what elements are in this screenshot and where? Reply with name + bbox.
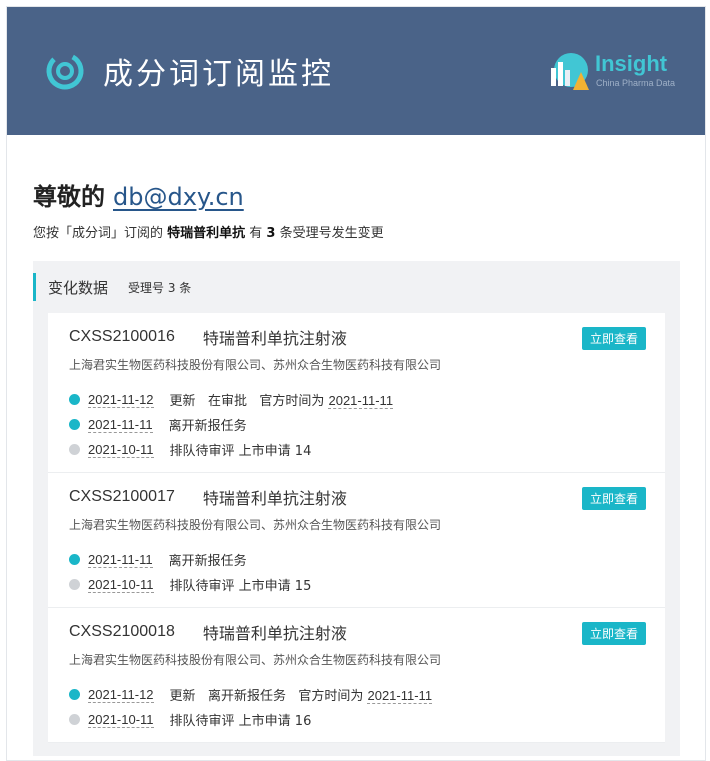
status-dot-icon [69, 579, 80, 590]
event-list: 2021-11-12 更新 在审批 官方时间为 2021-11-11 2021-11… [69, 387, 645, 462]
event-description: 更新 在审批 官方时间为 [169, 394, 329, 409]
event-text: 排队待审评 上市申请 14 [170, 440, 312, 459]
greeting-prefix: 尊敬的 [33, 183, 105, 211]
event-text: 离开新报任务 [169, 550, 247, 569]
event-list: 2021-11-12 更新 离开新报任务 官方时间为 2021-11-11 2021… [69, 682, 645, 732]
acceptance-card: CXSS2100018 特瑞普利单抗注射液 立即查看上海君实生物医药科技股份有限公司… [48, 608, 665, 743]
acceptance-number: CXSS2100016 [69, 328, 175, 345]
official-date: 2021-11-11 [367, 688, 433, 704]
header-banner: 成分词订阅监控 Insight China Pharma Data [7, 7, 705, 135]
event-date: 2021-10-11 [88, 711, 154, 728]
status-dot-icon [69, 554, 80, 565]
card-header: CXSS2100017 特瑞普利单抗注射液 [69, 485, 645, 509]
status-dot-icon [69, 689, 80, 700]
company-names: 上海君实生物医药科技股份有限公司、苏州众合生物医药科技有限公司 [69, 653, 442, 667]
event-date: 2021-10-11 [88, 576, 154, 593]
changes-panel: 变化数据 受理号 3 条 CXSS2100016 特瑞普利单抗注射液 立即查看 上海君… [33, 261, 680, 756]
company-names: 上海君实生物医药科技股份有限公司、苏州众合生物医药科技有限公司 [69, 358, 442, 372]
email-link[interactable]: db@dxy.cn [113, 183, 244, 211]
event-text: 更新 在审批 官方时间为 2021-11-11 [170, 390, 394, 409]
panel-header: 变化数据 受理号 3 条 [33, 273, 191, 301]
event-date: 2021-11-12 [88, 391, 154, 408]
card-header: CXSS2100016 特瑞普利单抗注射液 [69, 325, 645, 349]
target-logo-icon [46, 52, 84, 90]
event-date: 2021-11-11 [88, 551, 153, 568]
event-list: 2021-11-11 离开新报任务 2021-10-11 排队待审评 上市申请 15 [69, 547, 645, 597]
brand-name: Insight [595, 51, 668, 76]
event-description: 离开新报任务 [168, 419, 247, 434]
event-text: 离开新报任务 [169, 415, 247, 434]
email-page: 成分词订阅监控 Insight China Pharma Data 尊敬的 db@… [6, 6, 706, 761]
status-dot-icon [69, 444, 80, 455]
acceptance-card: CXSS2100017 特瑞普利单抗注射液 立即查看上海君实生物医药科技股份有限公司… [48, 473, 665, 608]
event-row: 2021-11-12 更新 在审批 官方时间为 2021-11-11 [69, 387, 645, 412]
event-description: 更新 离开新报任务 官方时间为 [169, 689, 368, 704]
greeting: 尊敬的 db@dxy.cn [33, 177, 244, 212]
card-list: CXSS2100016 特瑞普利单抗注射液 立即查看 上海君实生物医药科技股份有限公司… [48, 313, 665, 743]
summary-part1: 您按「成分词」订阅的 [33, 226, 168, 241]
event-description: 排队待审评 上市申请 14 [169, 444, 312, 459]
event-row: 2021-10-11 排队待审评 上市申请 15 [69, 572, 645, 597]
drug-name: 特瑞普利单抗注射液 [202, 624, 347, 643]
view-now-button[interactable]: 立即查看 [581, 487, 646, 510]
event-date: 2021-11-12 [88, 686, 154, 703]
event-row: 2021-10-11 排队待审评 上市申请 16 [69, 707, 645, 732]
event-row: 2021-10-11 排队待审评 上市申请 14 [69, 437, 645, 462]
summary-drug: 特瑞普利单抗 [167, 226, 246, 241]
status-dot-icon [69, 394, 80, 405]
panel-title: 变化数据 [48, 278, 109, 297]
status-dot-icon [69, 419, 80, 430]
acceptance-number: CXSS2100017 [69, 488, 175, 505]
insight-logo-icon [551, 53, 589, 90]
summary-part3: 条受理号发生变更 [275, 226, 384, 241]
event-description: 排队待审评 上市申请 16 [169, 714, 312, 729]
summary-text: 您按「成分词」订阅的 特瑞普利单抗 有 3 条受理号发生变更 [33, 222, 384, 241]
event-description: 离开新报任务 [168, 554, 247, 569]
event-text: 更新 离开新报任务 官方时间为 2021-11-11 [170, 685, 433, 704]
official-date: 2021-11-11 [328, 393, 394, 409]
view-now-button[interactable]: 立即查看 [581, 327, 646, 350]
event-row: 2021-11-12 更新 离开新报任务 官方时间为 2021-11-11 [69, 682, 645, 707]
event-text: 排队待审评 上市申请 16 [170, 710, 312, 729]
event-description: 排队待审评 上市申请 15 [169, 579, 312, 594]
status-dot-icon [69, 714, 80, 725]
event-date: 2021-11-11 [88, 416, 153, 433]
event-text: 排队待审评 上市申请 15 [170, 575, 312, 594]
company-names: 上海君实生物医药科技股份有限公司、苏州众合生物医药科技有限公司 [69, 518, 442, 532]
drug-name: 特瑞普利单抗注射液 [202, 489, 347, 508]
drug-name: 特瑞普利单抗注射液 [202, 329, 347, 348]
acceptance-number: CXSS2100018 [69, 623, 175, 640]
event-date: 2021-10-11 [88, 441, 154, 458]
card-header: CXSS2100018 特瑞普利单抗注射液 [69, 620, 645, 644]
page-title: 成分词订阅监控 [103, 57, 334, 92]
acceptance-card: CXSS2100016 特瑞普利单抗注射液 立即查看上海君实生物医药科技股份有限公司… [48, 313, 665, 473]
brand-subtitle: China Pharma Data [596, 78, 676, 88]
summary-part2: 有 [245, 226, 267, 241]
event-row: 2021-11-11 离开新报任务 [69, 412, 645, 437]
panel-count: 受理号 3 条 [128, 280, 192, 295]
event-row: 2021-11-11 离开新报任务 [69, 547, 645, 572]
view-now-button[interactable]: 立即查看 [581, 622, 646, 645]
